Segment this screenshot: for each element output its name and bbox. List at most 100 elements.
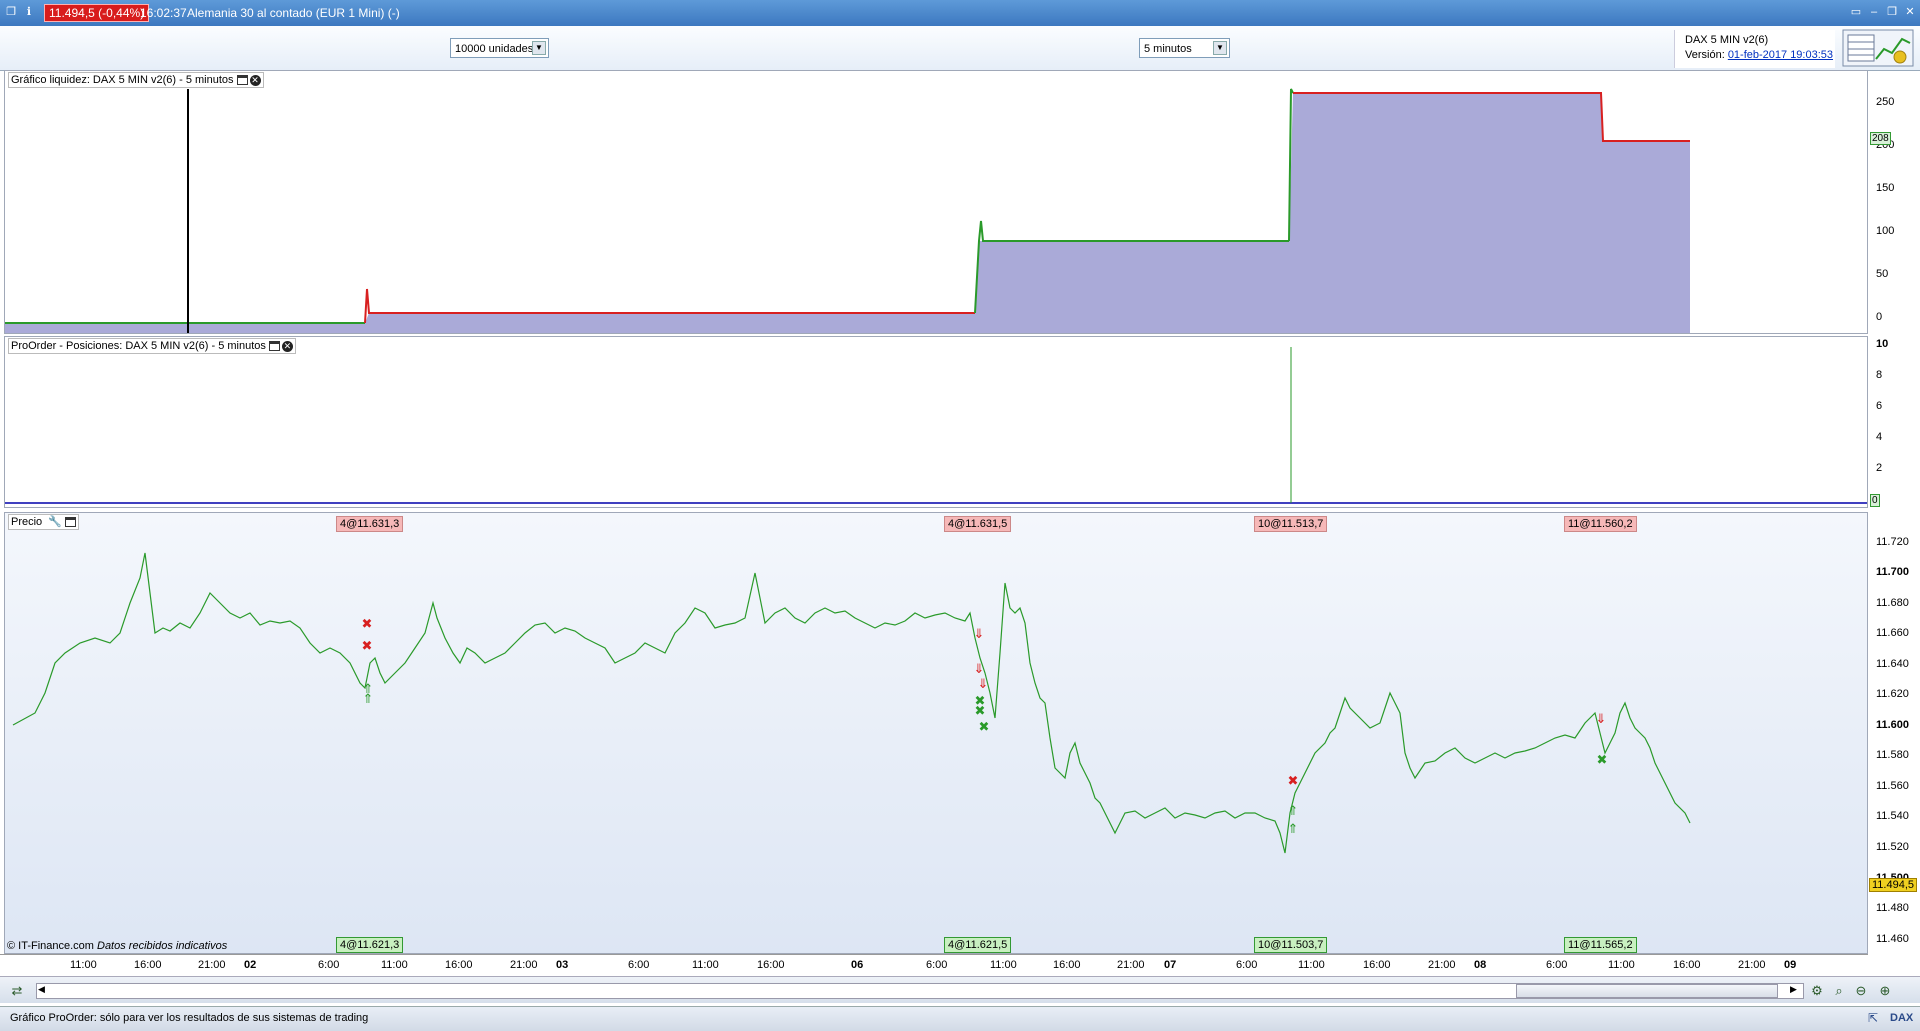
- resize-icon[interactable]: ⇱: [1868, 1011, 1878, 1025]
- x-tick: 07: [1164, 959, 1177, 971]
- svg-text:✖: ✖: [362, 639, 373, 654]
- system-name: DAX 5 MIN v2(6): [1685, 34, 1769, 46]
- zoom-fit-icon[interactable]: ⌕: [1830, 983, 1848, 999]
- entry-label: 10@11.513,7: [1254, 516, 1328, 532]
- status-bar: Gráfico ProOrder: sólo para ver los resu…: [0, 1006, 1920, 1031]
- close-panel-icon[interactable]: ✕: [281, 340, 293, 352]
- exit-label: 4@11.621,3: [336, 937, 404, 953]
- y-tick: 100: [1876, 225, 1895, 237]
- positions-panel-label: ProOrder - Posiciones: DAX 5 MIN v2(6) -…: [8, 338, 296, 354]
- window-icon[interactable]: [64, 517, 76, 528]
- system-version: Versión: 01-feb-2017 19:03:53: [1685, 49, 1833, 61]
- chevron-down-icon[interactable]: ▼: [532, 41, 546, 55]
- data-note: Datos recibidos indicativos: [97, 940, 228, 952]
- price-chart: ✖ ✖ ⇑ ⇑ ⇓ ⇓ ⇓ ✖ ✖ ✖ ✖ ⇑ ⇑ ⇓ ✖: [12, 552, 1691, 854]
- info-icon[interactable]: ℹ: [22, 5, 36, 19]
- price-badge: 11.494,5 (-0,44%): [44, 4, 150, 22]
- svg-text:⇑: ⇑: [363, 692, 374, 707]
- price-y-axis: 11.720 11.700 11.680 11.660 11.640 11.62…: [1868, 512, 1920, 954]
- x-tick: 16:00: [1053, 959, 1081, 971]
- y-tick: 11.700: [1876, 566, 1910, 578]
- units-select[interactable]: 10000 unidades ▼: [450, 38, 549, 58]
- x-tick: 09: [1784, 959, 1797, 971]
- x-tick: 11:00: [70, 959, 97, 971]
- y-tick: 11.680: [1876, 597, 1909, 609]
- equity-panel-title: Gráfico liquidez: DAX 5 MIN v2(6) - 5 mi…: [11, 74, 234, 86]
- y-tick: 11.640: [1876, 658, 1909, 670]
- y-tick: 11.520: [1876, 841, 1909, 853]
- x-tick: 11:00: [692, 959, 719, 971]
- minimize-icon[interactable]: ▭: [1849, 5, 1863, 19]
- svg-text:⇓: ⇓: [974, 662, 985, 677]
- y-tick: 11.580: [1876, 749, 1909, 761]
- chevron-down-icon[interactable]: ▼: [1213, 41, 1227, 55]
- exit-label: 11@11.565,2: [1564, 937, 1637, 953]
- restore-icon[interactable]: ❐: [4, 5, 18, 19]
- x-tick: 11:00: [1298, 959, 1325, 971]
- close-panel-icon[interactable]: ✕: [249, 74, 261, 86]
- entry-label: 4@11.631,5: [944, 516, 1012, 532]
- positions-chart: [5, 347, 1867, 504]
- x-tick: 6:00: [318, 959, 340, 971]
- y-tick: 11.720: [1876, 536, 1909, 548]
- version-date-link[interactable]: 01-feb-2017 19:03:53: [1728, 49, 1833, 61]
- y-tick: 11.460: [1876, 933, 1909, 945]
- y-tick: 6: [1876, 400, 1883, 412]
- equity-panel-label: Gráfico liquidez: DAX 5 MIN v2(6) - 5 mi…: [8, 72, 264, 88]
- zoom-in-icon[interactable]: ⊕: [1876, 983, 1894, 999]
- status-text: Gráfico ProOrder: sólo para ver los resu…: [10, 1012, 369, 1024]
- x-tick: 16:00: [757, 959, 785, 971]
- exit-label: 4@11.621,5: [944, 937, 1012, 953]
- scrollbar-thumb[interactable]: [1516, 984, 1778, 998]
- y-tick: 4: [1876, 431, 1883, 443]
- y-tick: 0: [1876, 311, 1883, 323]
- title-bar: ❐ ℹ 11.494,5 (-0,44%) 16:02:37 Alemania …: [0, 0, 1920, 26]
- x-tick: 6:00: [926, 959, 948, 971]
- x-tick: 02: [244, 959, 257, 971]
- window-icon[interactable]: [236, 75, 248, 86]
- x-tick: 21:00: [198, 959, 226, 971]
- x-tick: 6:00: [1546, 959, 1568, 971]
- x-tick: 21:00: [1738, 959, 1766, 971]
- svg-text:⇑: ⇑: [1288, 804, 1299, 819]
- window-icon[interactable]: [268, 341, 280, 352]
- positions-panel: ProOrder - Posiciones: DAX 5 MIN v2(6) -…: [4, 336, 1868, 508]
- timeframe-select[interactable]: 5 minutos ▼: [1139, 38, 1230, 58]
- y-tick: 10: [1876, 338, 1889, 350]
- y-tick: 8: [1876, 369, 1883, 381]
- positions-y-axis: 10 8 6 4 2 0: [1868, 336, 1920, 508]
- y-tick: 250: [1876, 96, 1895, 108]
- x-tick: 11:00: [381, 959, 408, 971]
- minimize-button[interactable]: –: [1867, 5, 1881, 19]
- equity-panel: Gráfico liquidez: DAX 5 MIN v2(6) - 5 mi…: [4, 70, 1868, 334]
- x-tick: 16:00: [1673, 959, 1701, 971]
- zoom-out-icon[interactable]: ⊖: [1852, 983, 1870, 999]
- dax-label-icon: DAX: [1890, 1012, 1914, 1024]
- prorealtime-logo-icon[interactable]: [1842, 29, 1914, 67]
- svg-text:⇓: ⇓: [1596, 712, 1607, 727]
- scroll-left-icon[interactable]: ◀: [38, 984, 45, 995]
- wrench-icon[interactable]: 🔧: [48, 515, 62, 529]
- y-tick: 11.660: [1876, 627, 1909, 639]
- x-tick: 16:00: [1363, 959, 1391, 971]
- positions-panel-title: ProOrder - Posiciones: DAX 5 MIN v2(6) -…: [11, 340, 266, 352]
- entry-label: 11@11.560,2: [1564, 516, 1637, 532]
- close-icon[interactable]: ✕: [1903, 5, 1917, 19]
- entry-label: 4@11.631,3: [336, 516, 404, 532]
- exit-label: 10@11.503,7: [1254, 937, 1328, 953]
- settings-icon[interactable]: ⚙: [1808, 983, 1826, 999]
- x-tick: 06: [851, 959, 864, 971]
- window-time: 16:02:37: [140, 6, 187, 20]
- svg-text:⇓: ⇓: [978, 677, 989, 692]
- timeframe-select-value: 5 minutos: [1144, 43, 1192, 55]
- x-tick: 6:00: [628, 959, 650, 971]
- copyright: © IT-Finance.com: [7, 940, 94, 952]
- x-tick: 03: [556, 959, 569, 971]
- window-title: Alemania 30 al contado (EUR 1 Mini) (-): [187, 6, 400, 20]
- maximize-icon[interactable]: ❐: [1885, 5, 1899, 19]
- scroll-right-icon[interactable]: ▶: [1790, 984, 1797, 995]
- svg-text:✖: ✖: [1288, 774, 1299, 789]
- svg-text:⇓: ⇓: [974, 627, 985, 642]
- current-equity-badge: 208: [1870, 132, 1891, 145]
- export-icon[interactable]: ⇄: [8, 983, 26, 999]
